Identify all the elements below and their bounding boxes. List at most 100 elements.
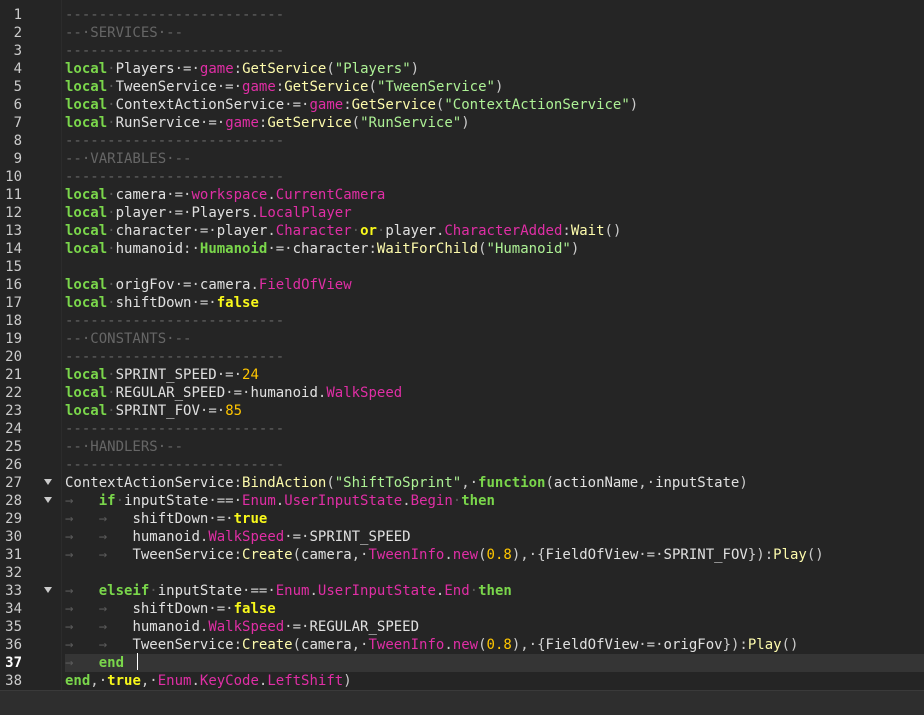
code-text[interactable]: → → shiftDown·=·true <box>65 510 924 528</box>
code-line[interactable]: 37 → end <box>0 654 924 672</box>
code-token: shiftDown <box>115 295 192 311</box>
code-line[interactable]: 9 --·VARIABLES·-- <box>0 150 924 168</box>
code-text[interactable]: → → TweenService:Create(camera,·TweenInf… <box>65 546 924 564</box>
code-token: then <box>478 583 512 599</box>
code-line[interactable]: 17 local·shiftDown·=·false <box>0 294 924 312</box>
code-text[interactable]: -------------------------- <box>65 348 924 366</box>
code-line[interactable]: 24 -------------------------- <box>0 420 924 438</box>
code-text[interactable]: local·origFov·=·camera.FieldOfView <box>65 276 924 294</box>
code-line[interactable]: 16 local·origFov·=·camera.FieldOfView <box>0 276 924 294</box>
code-line[interactable]: 34 → → shiftDown·=·false <box>0 600 924 618</box>
code-token: WaitForChild <box>376 241 479 257</box>
code-token: if <box>98 493 116 509</box>
code-text[interactable]: local·SPRINT_FOV·=·85 <box>65 402 924 420</box>
code-line[interactable]: 31 → → TweenService:Create(camera,·TweenI… <box>0 546 924 564</box>
code-text[interactable]: local·player·=·Players.LocalPlayer <box>65 204 924 222</box>
code-token: WalkSpeed <box>208 619 285 635</box>
code-line[interactable]: 10 -------------------------- <box>0 168 924 186</box>
code-token: ·=· <box>166 187 192 203</box>
code-text[interactable]: -------------------------- <box>65 456 924 474</box>
code-line[interactable]: 22 local·REGULAR_SPEED·=·humanoid.WalkSpe… <box>0 384 924 402</box>
code-line[interactable]: 28 → if·inputState·==·Enum.UserInputState… <box>0 492 924 510</box>
code-line[interactable]: 36 → → TweenService:Create(camera,·TweenI… <box>0 636 924 654</box>
code-line[interactable]: 6 local·ContextActionService·=·game:GetSe… <box>0 96 924 114</box>
code-text[interactable]: local·RunService·=·game:GetService("RunS… <box>65 114 924 132</box>
code-token: -------------------------- <box>65 421 285 437</box>
code-line[interactable]: 8 -------------------------- <box>0 132 924 150</box>
code-text[interactable]: --·CONSTANTS·-- <box>65 330 924 348</box>
code-line[interactable]: 12 local·player·=·Players.LocalPlayer <box>0 204 924 222</box>
code-line[interactable]: 35 → → humanoid.WalkSpeed·=·REGULAR_SPEED <box>0 618 924 636</box>
code-text[interactable]: -------------------------- <box>65 168 924 186</box>
code-text[interactable]: local·character·=·player.Character·or·pl… <box>65 222 924 240</box>
code-line[interactable]: 29 → → shiftDown·=·true <box>0 510 924 528</box>
code-text[interactable]: -------------------------- <box>65 132 924 150</box>
fold-arrow-icon[interactable] <box>44 587 52 593</box>
code-text[interactable]: --·SERVICES·-- <box>65 24 924 42</box>
code-text[interactable]: -------------------------- <box>65 420 924 438</box>
code-token: · <box>107 115 116 131</box>
code-text[interactable]: local·camera·=·workspace.CurrentCamera <box>65 186 924 204</box>
code-text[interactable]: local·shiftDown·=·false <box>65 294 924 312</box>
code-line[interactable]: 2 --·SERVICES·-- <box>0 24 924 42</box>
code-text[interactable]: local·REGULAR_SPEED·=·humanoid.WalkSpeed <box>65 384 924 402</box>
code-text[interactable]: → end <box>65 654 924 672</box>
code-line[interactable]: 21 local·SPRINT_SPEED·=·24 <box>0 366 924 384</box>
code-text[interactable]: --·HANDLERS·-- <box>65 438 924 456</box>
code-text[interactable]: → if·inputState·==·Enum.UserInputState.B… <box>65 492 924 510</box>
code-text[interactable]: → → shiftDown·=·false <box>65 600 924 618</box>
code-line[interactable]: 14 local·humanoid:·Humanoid·=·character:W… <box>0 240 924 258</box>
code-text[interactable]: end,·true,·Enum.KeyCode.LeftShift) <box>65 672 924 690</box>
code-line[interactable]: 7 local·RunService·=·game:GetService("Run… <box>0 114 924 132</box>
code-token: -------------------------- <box>65 169 285 185</box>
code-line[interactable]: 13 local·character·=·player.Character·or·… <box>0 222 924 240</box>
code-text[interactable] <box>65 258 924 276</box>
code-text[interactable]: local·humanoid:·Humanoid·=·character:Wai… <box>65 240 924 258</box>
code-line[interactable]: 32 <box>0 564 924 582</box>
code-editor[interactable]: 1 -------------------------- 2 --·SERVICES·… <box>0 0 924 690</box>
code-line[interactable]: 26 -------------------------- <box>0 456 924 474</box>
code-token: ·=· <box>216 79 243 95</box>
fold-arrow-icon[interactable] <box>44 479 52 485</box>
code-text[interactable]: ContextActionService:BindAction("ShiftTo… <box>65 474 924 492</box>
code-text[interactable]: local·TweenService·=·game:GetService("Tw… <box>65 78 924 96</box>
code-line[interactable]: 5 local·TweenService·=·game:GetService("T… <box>0 78 924 96</box>
code-line[interactable]: 19 --·CONSTANTS·-- <box>0 330 924 348</box>
code-token: : <box>343 97 352 113</box>
code-line[interactable]: 1 -------------------------- <box>0 6 924 24</box>
code-line[interactable]: 27 ContextActionService:BindAction("Shift… <box>0 474 924 492</box>
code-line[interactable]: 4 local·Players·=·game:GetService("Player… <box>0 60 924 78</box>
code-line[interactable]: 25 --·HANDLERS·-- <box>0 438 924 456</box>
code-token: : <box>233 475 243 491</box>
code-text[interactable]: → → TweenService:Create(camera,·TweenInf… <box>65 636 924 654</box>
code-text[interactable]: local·Players·=·game:GetService("Players… <box>65 60 924 78</box>
code-text[interactable]: local·ContextActionService·=·game:GetSer… <box>65 96 924 114</box>
code-line[interactable]: 20 -------------------------- <box>0 348 924 366</box>
code-line[interactable]: 18 -------------------------- <box>0 312 924 330</box>
code-token: WalkSpeed <box>208 529 285 545</box>
code-text[interactable]: --·VARIABLES·-- <box>65 150 924 168</box>
code-token: ·=· <box>638 637 664 653</box>
code-text[interactable]: -------------------------- <box>65 6 924 24</box>
code-token: inputState <box>655 475 740 491</box>
code-token: game <box>242 79 276 95</box>
code-token: ·=· <box>208 511 234 527</box>
code-line[interactable]: 11 local·camera·=·workspace.CurrentCamera <box>0 186 924 204</box>
fold-arrow-icon[interactable] <box>44 497 52 503</box>
code-line[interactable]: 15 <box>0 258 924 276</box>
code-text[interactable]: -------------------------- <box>65 42 924 60</box>
code-text[interactable]: → elseif·inputState·==·Enum.UserInputSta… <box>65 582 924 600</box>
code-line[interactable]: 3 -------------------------- <box>0 42 924 60</box>
code-line[interactable]: 30 → → humanoid.WalkSpeed·=·SPRINT_SPEED <box>0 528 924 546</box>
tab-arrow-icon: → <box>65 493 99 509</box>
code-line[interactable]: 38 end,·true,·Enum.KeyCode.LeftShift) <box>0 672 924 690</box>
code-text[interactable]: → → humanoid.WalkSpeed·=·SPRINT_SPEED <box>65 528 924 546</box>
code-text[interactable]: → → humanoid.WalkSpeed·=·REGULAR_SPEED <box>65 618 924 636</box>
code-token: -------------------------- <box>65 313 285 329</box>
code-line[interactable]: 23 local·SPRINT_FOV·=·85 <box>0 402 924 420</box>
code-text[interactable]: -------------------------- <box>65 312 924 330</box>
code-token: . <box>267 187 276 203</box>
code-text[interactable]: local·SPRINT_SPEED·=·24 <box>65 366 924 384</box>
code-line[interactable]: 33 → elseif·inputState·==·Enum.UserInputS… <box>0 582 924 600</box>
code-text[interactable] <box>65 564 924 582</box>
